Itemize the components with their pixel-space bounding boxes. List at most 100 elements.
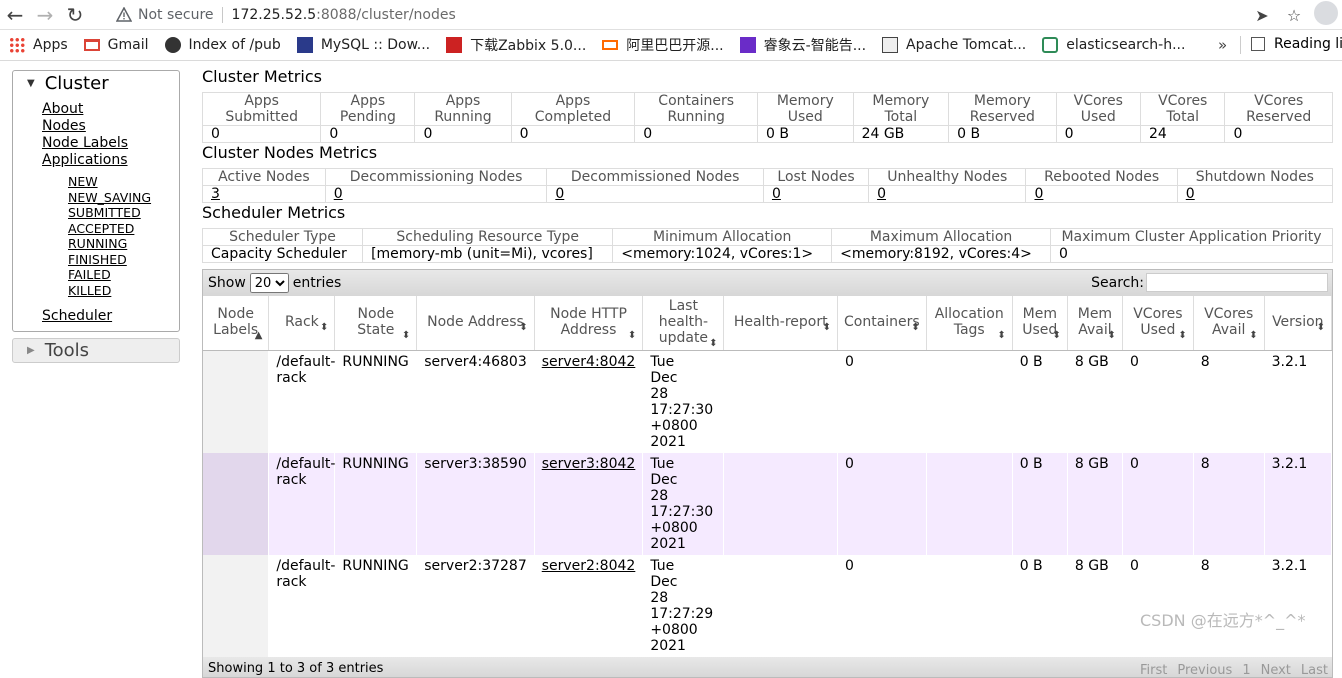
entries-info: Showing 1 to 3 of 3 entries xyxy=(208,661,384,676)
nodes-metric-link[interactable]: 0 xyxy=(1034,186,1043,202)
forward-icon[interactable]: → xyxy=(30,0,60,30)
bookmark-alibaba[interactable]: 阿里巴巴开源... xyxy=(602,35,724,55)
cluster-metric-header: VCores Used xyxy=(1055,92,1142,126)
link-state-running[interactable]: RUNNING xyxy=(68,236,179,252)
bookmark-apps[interactable]: Apps xyxy=(9,37,68,53)
url-path: :8088/cluster/nodes xyxy=(316,7,456,23)
pager-previous-button[interactable]: Previous xyxy=(1177,663,1232,678)
sort-both-icon: ⬍ xyxy=(1052,330,1061,341)
search-input[interactable] xyxy=(1146,273,1328,292)
cluster-metric-header: Containers Running xyxy=(634,92,759,126)
nodes-metrics-table: Active Nodes Decommissioning Nodes Decommi… xyxy=(202,168,1334,203)
link-state-killed[interactable]: KILLED xyxy=(68,283,179,299)
star-icon[interactable]: ☆ xyxy=(1278,6,1310,25)
sort-both-icon: ⬍ xyxy=(627,330,637,341)
back-icon[interactable]: ← xyxy=(0,0,30,30)
nodes-column-header[interactable]: Node HTTP Address ⬍ xyxy=(534,296,644,351)
node-http-link[interactable]: server4:8042 xyxy=(542,354,636,370)
cluster-panel: ▼ Cluster About Nodes Node Labels Applica… xyxy=(12,70,180,332)
pager-1-button[interactable]: 1 xyxy=(1242,663,1250,678)
table-cell: 0 xyxy=(1122,350,1194,453)
nodes-metric-link[interactable]: 0 xyxy=(877,186,886,202)
reload-icon[interactable]: ↻ xyxy=(60,0,90,30)
bookmark-label: 下载Zabbix 5.0... xyxy=(470,38,587,54)
address-bar[interactable]: Not secure 172.25.52.5:8088/cluster/node… xyxy=(104,0,1284,30)
bookmark-gmail[interactable]: Gmail xyxy=(83,37,149,53)
reading-list-button[interactable]: Reading list xyxy=(1251,36,1342,52)
send-icon[interactable]: ➤ xyxy=(1246,6,1278,25)
nodes-column-header[interactable]: Version ⬍ xyxy=(1264,296,1333,351)
ruixiang-icon xyxy=(739,37,756,53)
cluster-metric-value: 0 B xyxy=(757,125,854,143)
bookmark-tomcat[interactable]: Apache Tomcat... xyxy=(882,37,1026,53)
nodes-metric-link[interactable]: 3 xyxy=(211,186,220,202)
nodes-metric-value: 3 xyxy=(202,185,326,203)
bookmark-index-pub[interactable]: Index of /pub xyxy=(164,37,281,53)
cluster-metric-header: VCores Total xyxy=(1139,92,1226,126)
apps-grid-icon xyxy=(9,37,25,53)
link-state-new[interactable]: NEW xyxy=(68,174,179,190)
cluster-metric-value: 0 xyxy=(1055,125,1142,143)
link-scheduler[interactable]: Scheduler xyxy=(42,308,179,325)
link-state-failed[interactable]: FAILED xyxy=(68,267,179,283)
more-bookmarks-icon[interactable]: » xyxy=(1218,36,1227,54)
zabbix-icon xyxy=(446,37,463,53)
nodes-column-header[interactable]: Containers ⬍ xyxy=(837,296,927,351)
nodes-column-header[interactable]: Last health-update ⬍ xyxy=(642,296,725,351)
bookmark-label: 阿里巴巴开源... xyxy=(626,38,724,54)
table-cell xyxy=(723,350,838,453)
nodes-column-header[interactable]: Allocation Tags ⬍ xyxy=(926,296,1013,351)
nodes-column-header[interactable]: Health-report ⬍ xyxy=(723,296,838,351)
nodes-column-header[interactable]: VCores Avail ⬍ xyxy=(1193,296,1265,351)
table-cell: 0 xyxy=(837,555,927,657)
nodes-metric-link[interactable]: 0 xyxy=(772,186,781,202)
nodes-column-header[interactable]: Mem Avail ⬍ xyxy=(1067,296,1123,351)
bookmark-zabbix[interactable]: 下载Zabbix 5.0... xyxy=(446,35,586,55)
link-about[interactable]: About xyxy=(42,101,179,118)
table-cell: 8 GB xyxy=(1067,350,1123,453)
gmail-icon xyxy=(83,39,100,51)
link-applications[interactable]: Applications xyxy=(42,152,179,169)
link-node-labels[interactable]: Node Labels xyxy=(42,135,179,152)
nodes-metric-link[interactable]: 0 xyxy=(334,186,343,202)
cluster-accordion-header[interactable]: ▼ Cluster xyxy=(13,71,179,95)
pager-first-button[interactable]: First xyxy=(1140,663,1167,678)
sort-both-icon: ⬍ xyxy=(519,322,528,333)
table-cell: /default-rack xyxy=(268,350,335,453)
bookmark-elasticsearch[interactable]: elasticsearch-h... xyxy=(1042,37,1185,53)
tools-accordion-header[interactable]: ▶ Tools xyxy=(12,338,180,363)
datatable-footer: Showing 1 to 3 of 3 entries First Previou… xyxy=(203,657,1332,678)
link-nodes[interactable]: Nodes xyxy=(42,118,179,135)
nodes-metric-link[interactable]: 0 xyxy=(1186,186,1195,202)
nodes-metric-link[interactable]: 0 xyxy=(555,186,564,202)
link-state-submitted[interactable]: SUBMITTED xyxy=(68,205,179,221)
cluster-metrics-title: Cluster Metrics xyxy=(202,67,322,86)
bookmark-divider xyxy=(1240,36,1241,54)
nodes-column-header[interactable]: VCores Used ⬍ xyxy=(1122,296,1194,351)
nodes-column-header[interactable]: Node State ⬍ xyxy=(334,296,418,351)
nodes-column-header[interactable]: Mem Used ⬍ xyxy=(1012,296,1068,351)
link-state-accepted[interactable]: ACCEPTED xyxy=(68,221,179,237)
table-cell: 0 xyxy=(1122,453,1194,555)
link-state-finished[interactable]: FINISHED xyxy=(68,252,179,268)
nodes-column-header[interactable]: Node Labels ▲ xyxy=(203,296,270,351)
node-http-link[interactable]: server2:8042 xyxy=(542,558,636,574)
url-text: 172.25.52.5:8088/cluster/nodes xyxy=(232,7,456,23)
entries-label: entries xyxy=(292,275,342,291)
nodes-column-header[interactable]: Rack ⬍ xyxy=(268,296,336,351)
profile-icon[interactable] xyxy=(1310,1,1342,29)
scheduler-metric-value: <memory:1024, vCores:1> xyxy=(612,245,833,263)
table-cell: RUNNING xyxy=(334,453,418,555)
nodes-column-header[interactable]: Node Address ⬍ xyxy=(416,296,535,351)
node-http-link[interactable]: server3:8042 xyxy=(542,456,636,472)
bookmark-mysql[interactable]: MySQL :: Dow... xyxy=(296,37,430,53)
pager-last-button[interactable]: Last xyxy=(1301,663,1328,678)
pager-next-button[interactable]: Next xyxy=(1261,663,1291,678)
scheduler-metric-value: <memory:8192, vCores:4> xyxy=(831,245,1051,263)
bookmark-ruixiang[interactable]: 睿象云-智能告... xyxy=(739,35,867,55)
bookmark-label: 睿象云-智能告... xyxy=(763,38,867,54)
cluster-metric-header: Memory Used xyxy=(757,92,854,126)
warning-icon[interactable] xyxy=(116,7,132,23)
entries-select[interactable]: 20 xyxy=(249,273,289,293)
link-state-new-saving[interactable]: NEW_SAVING xyxy=(68,190,179,206)
